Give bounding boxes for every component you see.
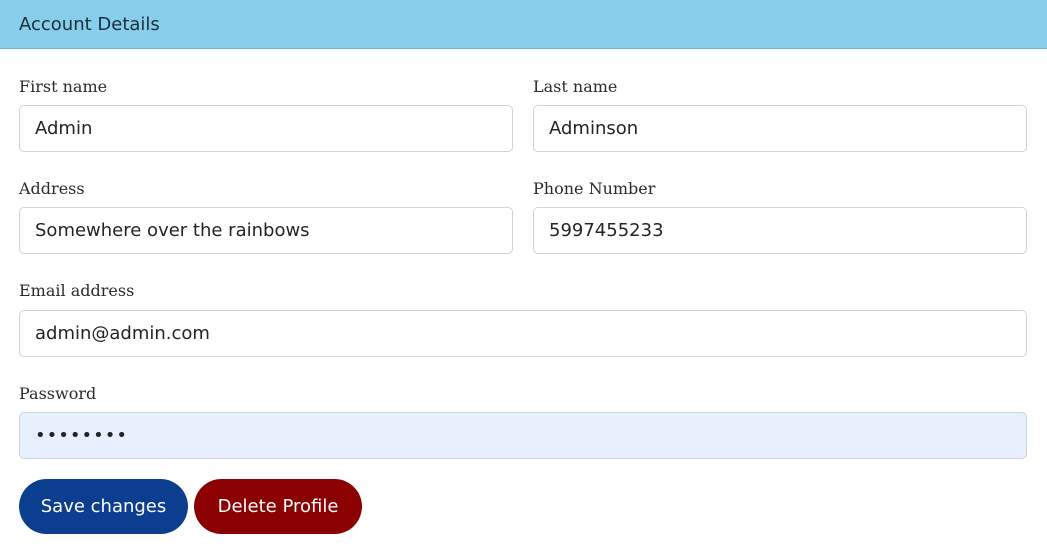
first-name-input[interactable] [19, 105, 513, 152]
card-header-title: Account Details [0, 0, 1047, 49]
password-input[interactable] [19, 412, 1027, 459]
password-label: Password [19, 384, 97, 403]
save-changes-button[interactable]: Save changes [19, 479, 188, 534]
phone-number-label: Phone Number [533, 179, 656, 198]
address-label: Address [19, 179, 85, 198]
phone-number-input[interactable] [533, 207, 1027, 254]
last-name-label: Last name [533, 77, 618, 96]
delete-profile-button[interactable]: Delete Profile [194, 479, 362, 534]
first-name-label: First name [19, 77, 108, 96]
address-input[interactable] [19, 207, 513, 254]
email-label: Email address [19, 281, 135, 300]
last-name-input[interactable] [533, 105, 1027, 152]
account-details-card: Account Details First name Last name Add… [0, 0, 1047, 553]
email-input[interactable] [19, 310, 1027, 357]
